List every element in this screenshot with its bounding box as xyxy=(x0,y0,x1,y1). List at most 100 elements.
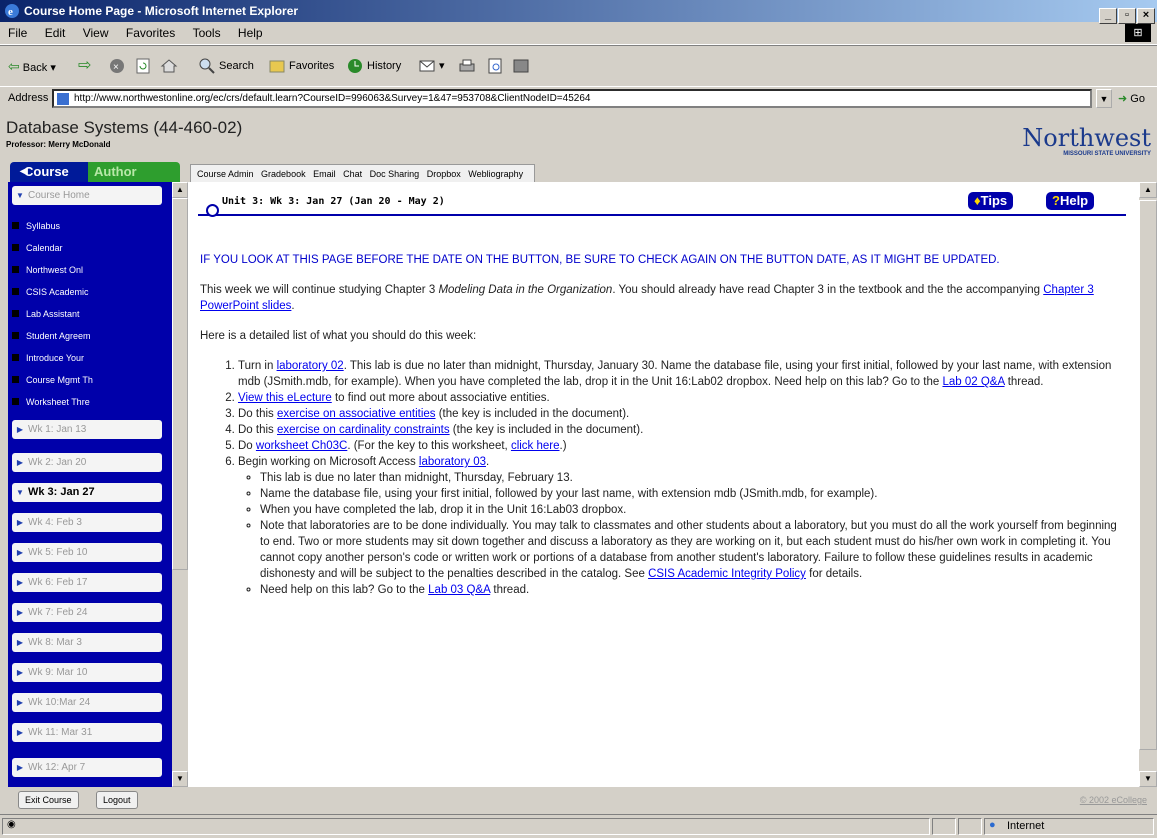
discuss-button[interactable] xyxy=(512,54,533,78)
laboratory-03-link[interactable]: laboratory 03 xyxy=(419,456,486,468)
history-icon xyxy=(348,59,362,74)
nav-week-4[interactable]: ▶ Wk 4: Feb 3 xyxy=(12,513,162,532)
lab-03-qa-link[interactable]: Lab 03 Q&A xyxy=(428,584,490,596)
refresh-icon xyxy=(136,58,150,74)
left-nav-scrollbar[interactable]: ▲ ▼ xyxy=(172,182,188,787)
stop-icon: × xyxy=(110,59,124,74)
nav-link-course-mgmt[interactable]: Course Mgmt Th xyxy=(12,371,93,389)
nav-week-label: Wk 7: Feb 24 xyxy=(28,607,88,618)
edit-button[interactable] xyxy=(486,54,507,78)
nav-link-worksheet-thread[interactable]: Worksheet Thre xyxy=(12,393,90,411)
nav-link-label: Worksheet Thre xyxy=(26,397,90,407)
back-arrow-icon: ⇦ xyxy=(8,58,20,74)
home-button[interactable] xyxy=(160,54,181,78)
content-scrollbar[interactable]: ▲ ▼ xyxy=(1139,182,1157,787)
chevron-right-icon: ▶ xyxy=(16,518,24,527)
address-dropdown[interactable]: ▼ xyxy=(1096,89,1112,108)
scroll-thumb[interactable] xyxy=(172,198,188,570)
logo-name: Northwest xyxy=(1022,124,1151,152)
scroll-up-icon[interactable]: ▲ xyxy=(1139,182,1157,198)
search-button[interactable]: Search xyxy=(198,54,254,78)
nav-week-12[interactable]: ▶ Wk 12: Apr 7 xyxy=(12,758,162,777)
nav-link-csis-academic[interactable]: CSIS Academic xyxy=(12,283,89,301)
menu-favorites[interactable]: Favorites xyxy=(126,26,175,40)
item-text: (the key is included in the document). xyxy=(435,408,630,420)
nav-week-7[interactable]: ▶ Wk 7: Feb 24 xyxy=(12,603,162,622)
nav-link-introduce-yourself[interactable]: Introduce Your xyxy=(12,349,84,367)
tab-course[interactable]: ◀ Course xyxy=(10,162,88,182)
history-label: History xyxy=(367,60,402,72)
tab-webliography[interactable]: Webliography xyxy=(468,169,523,179)
forward-button[interactable]: ⇨ xyxy=(78,54,91,78)
worksheet-key-link[interactable]: click here xyxy=(511,440,560,452)
print-button[interactable] xyxy=(458,54,479,78)
history-button[interactable]: History xyxy=(346,54,401,78)
menu-file[interactable]: File xyxy=(8,26,27,40)
electure-link[interactable]: View this eLecture xyxy=(238,392,332,404)
help-label: Help xyxy=(1059,193,1089,208)
menu-view[interactable]: View xyxy=(83,26,109,40)
tab-course-admin[interactable]: Course Admin xyxy=(197,169,254,179)
help-button[interactable]: ?Help xyxy=(1046,192,1095,210)
favorites-icon xyxy=(269,60,285,73)
logout-button[interactable]: Logout xyxy=(96,791,138,809)
nav-link-student-agreement[interactable]: Student Agreem xyxy=(12,327,91,345)
cardinality-constraints-link[interactable]: exercise on cardinality constraints xyxy=(277,424,450,436)
scroll-down-icon[interactable]: ▼ xyxy=(1139,771,1157,787)
nav-week-1[interactable]: ▶ Wk 1: Jan 13 xyxy=(12,420,162,439)
mail-button[interactable]: ▾ xyxy=(418,54,445,78)
northwest-logo: Northwest MISSOURI STATE UNIVERSITY xyxy=(1022,126,1151,158)
associative-entities-link[interactable]: exercise on associative entities xyxy=(277,408,436,420)
menu-tools[interactable]: Tools xyxy=(193,26,221,40)
nav-week-9[interactable]: ▶ Wk 9: Mar 10 xyxy=(12,663,162,682)
nav-course-home[interactable]: ▼ Course Home xyxy=(12,186,162,205)
laboratory-02-link[interactable]: laboratory 02 xyxy=(277,360,344,372)
nav-tabs: ◀ Course Author Course Admin Gradebook Em… xyxy=(0,160,1157,183)
item-text: . xyxy=(486,456,490,468)
search-icon xyxy=(199,58,215,74)
favorites-button[interactable]: Favorites xyxy=(268,54,334,78)
exit-course-button[interactable]: Exit Course xyxy=(18,791,79,809)
integrity-policy-link[interactable]: CSIS Academic Integrity Policy xyxy=(648,568,806,580)
nav-link-syllabus[interactable]: Syllabus xyxy=(12,217,60,235)
professor-name: Professor: Merry McDonald xyxy=(6,140,111,149)
nav-week-8[interactable]: ▶ Wk 8: Mar 3 xyxy=(12,633,162,652)
back-button[interactable]: ⇦ Back ▾ xyxy=(8,54,56,78)
copyright-link[interactable]: © 2002 eCollege xyxy=(1080,795,1147,805)
tips-button[interactable]: ♦Tips xyxy=(968,192,1014,210)
tab-email[interactable]: Email xyxy=(313,169,336,179)
status-cell xyxy=(932,818,956,835)
nav-week-6[interactable]: ▶ Wk 6: Feb 17 xyxy=(12,573,162,592)
menu-help[interactable]: Help xyxy=(238,26,263,40)
scroll-thumb[interactable] xyxy=(1139,200,1157,750)
tab-doc-sharing[interactable]: Doc Sharing xyxy=(370,169,420,179)
go-button[interactable]: ➜ Go xyxy=(1118,92,1145,105)
nav-link-northwest-online[interactable]: Northwest Onl xyxy=(12,261,83,279)
refresh-button[interactable] xyxy=(134,54,155,78)
address-input[interactable]: http://www.northwestonline.org/ec/crs/de… xyxy=(52,89,1092,108)
browser-toolbar: ⇦ Back ▾ ⇨ × Search Favorites History ▾ xyxy=(0,45,1157,87)
item-text: (the key is included in the document). xyxy=(449,424,644,436)
tab-author[interactable]: Author xyxy=(88,162,180,182)
tab-course-label: Course xyxy=(24,164,69,179)
nav-week-3[interactable]: ▼ Wk 3: Jan 27 xyxy=(12,483,162,502)
nav-week-label: Wk 4: Feb 3 xyxy=(28,517,82,528)
nav-link-lab-assistant[interactable]: Lab Assistant xyxy=(12,305,80,323)
nav-week-10[interactable]: ▶ Wk 10:Mar 24 xyxy=(12,693,162,712)
scroll-down-icon[interactable]: ▼ xyxy=(172,771,188,787)
nav-week-11[interactable]: ▶ Wk 11: Mar 31 xyxy=(12,723,162,742)
nav-link-calendar[interactable]: Calendar xyxy=(12,239,63,257)
nav-week-2[interactable]: ▶ Wk 2: Jan 20 xyxy=(12,453,162,472)
worksheet-link[interactable]: worksheet Ch03C xyxy=(256,440,347,452)
nav-week-5[interactable]: ▶ Wk 5: Feb 10 xyxy=(12,543,162,562)
stop-button[interactable]: × xyxy=(108,54,129,78)
lab-02-qa-link[interactable]: Lab 02 Q&A xyxy=(942,376,1004,388)
address-url: http://www.northwestonline.org/ec/crs/de… xyxy=(74,93,591,104)
scroll-up-icon[interactable]: ▲ xyxy=(172,182,188,198)
menu-edit[interactable]: Edit xyxy=(45,26,66,40)
tab-dropbox[interactable]: Dropbox xyxy=(427,169,461,179)
nav-week-label: Wk 3: Jan 27 xyxy=(28,486,95,498)
tab-chat[interactable]: Chat xyxy=(343,169,362,179)
sub-list: This lab is due no later than midnight, … xyxy=(238,470,1125,598)
tab-gradebook[interactable]: Gradebook xyxy=(261,169,306,179)
